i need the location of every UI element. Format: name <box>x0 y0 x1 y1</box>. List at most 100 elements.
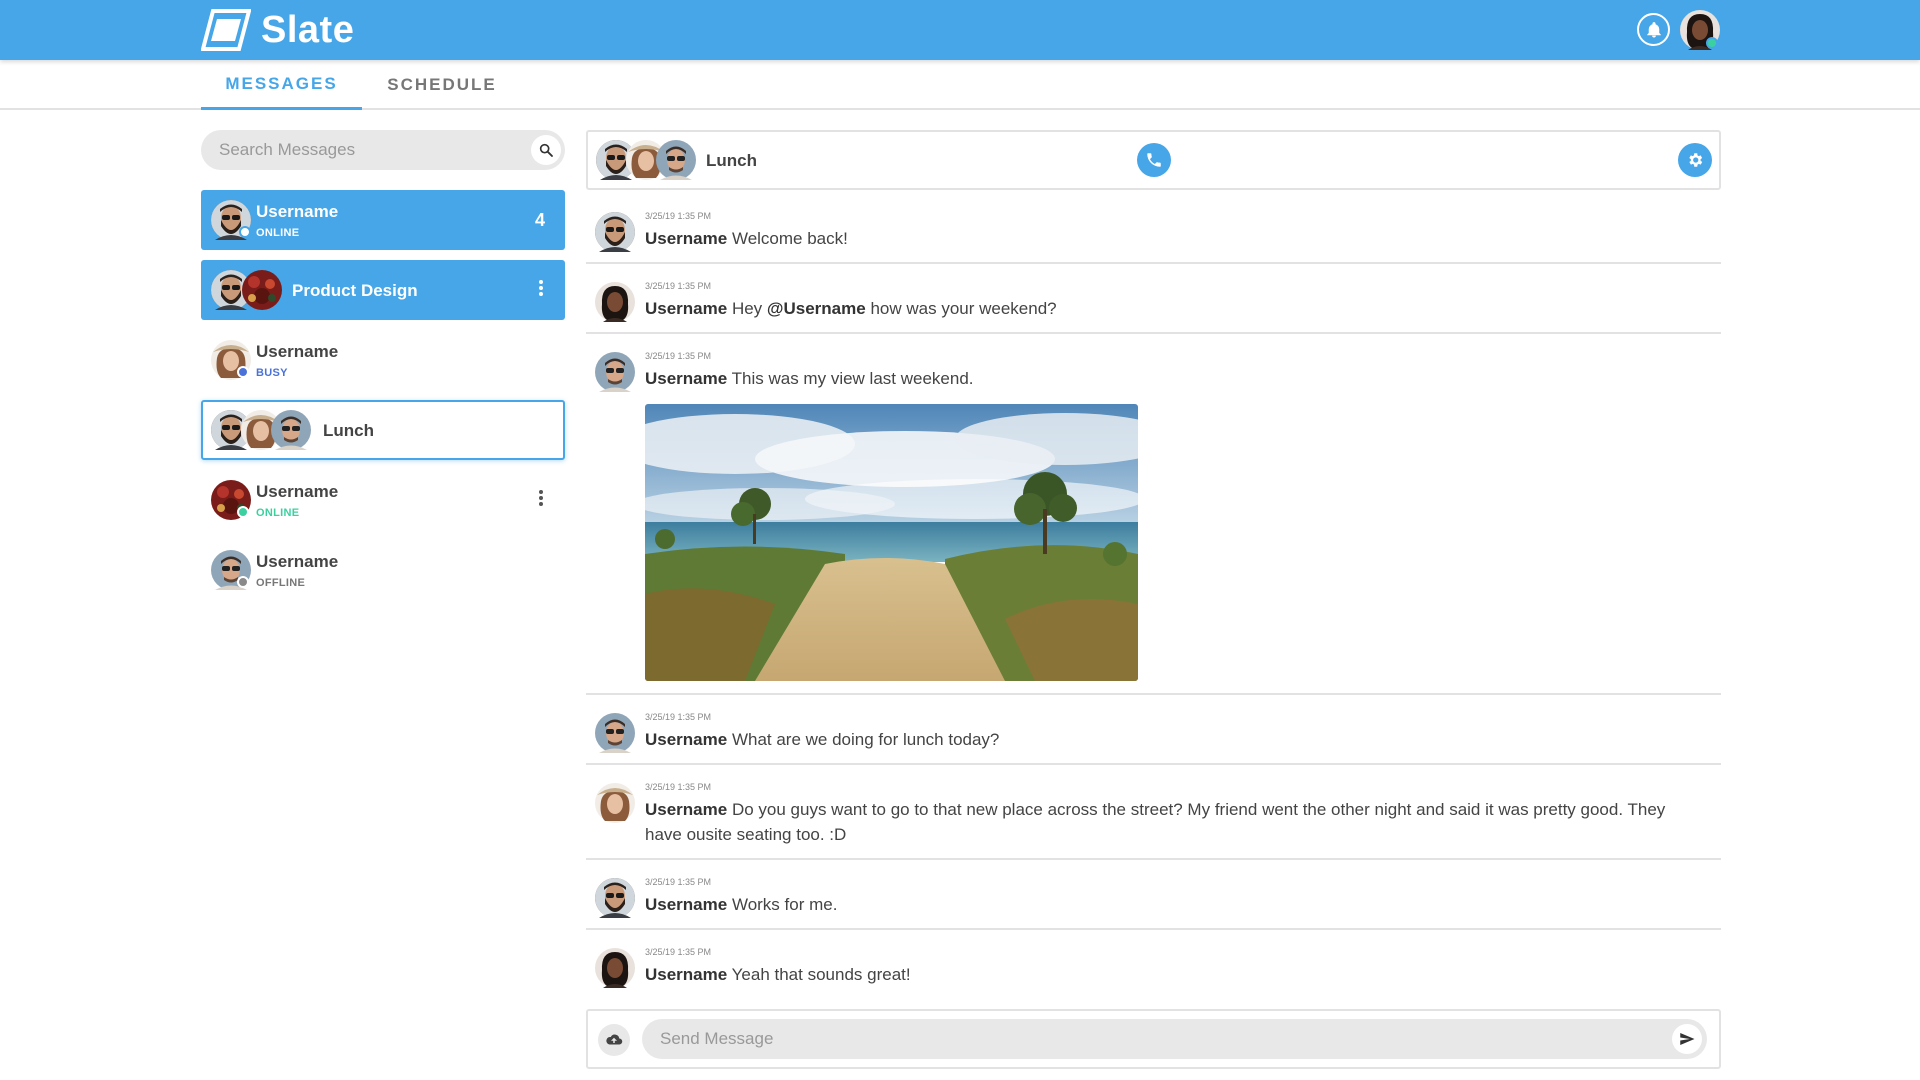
top-bar: Slate <box>0 0 1920 60</box>
status-dot <box>237 366 249 378</box>
bell-icon <box>1646 21 1661 37</box>
message-timestamp: 3/25/19 1:35 PM <box>645 211 712 221</box>
search-icon <box>539 143 553 157</box>
message-text: Username Works for me. <box>645 892 1705 917</box>
conversation-name: Username <box>256 202 339 221</box>
message-input[interactable] <box>642 1019 1652 1059</box>
message-text: Username What are we doing for lunch tod… <box>645 727 1705 752</box>
avatar[interactable] <box>595 878 635 918</box>
avatar[interactable] <box>595 212 635 252</box>
send-button[interactable] <box>1672 1024 1702 1054</box>
message-item: 3/25/19 1:35 PM Username Hey @Username h… <box>586 270 1721 334</box>
phone-icon <box>1147 153 1161 167</box>
upload-button[interactable] <box>598 1024 630 1056</box>
conversation-name: Product Design <box>292 281 418 300</box>
avatar <box>271 410 311 450</box>
message-author[interactable]: Username <box>645 895 727 914</box>
message-text: Username This was my view last weekend. <box>645 366 1705 391</box>
message-timestamp: 3/25/19 1:35 PM <box>645 281 712 291</box>
tab-messages[interactable]: MESSAGES <box>201 60 362 110</box>
message-text: Username Yeah that sounds great! <box>645 962 1705 987</box>
message-author[interactable]: Username <box>645 229 727 248</box>
status-dot <box>237 576 249 588</box>
message-input-wrapper <box>642 1019 1707 1059</box>
message-author[interactable]: Username <box>645 369 727 388</box>
unread-count-badge: 4 <box>534 210 545 230</box>
conversation-item-lunch[interactable]: Lunch <box>201 400 565 460</box>
message-text: Username Do you guys want to go to that … <box>645 797 1705 847</box>
message-body: Welcome back! <box>731 229 848 248</box>
cloud-upload-icon <box>606 1034 623 1045</box>
message-author[interactable]: Username <box>645 965 727 984</box>
notifications-button[interactable] <box>1637 13 1670 46</box>
message-text: Username Welcome back! <box>645 226 1705 251</box>
send-icon <box>1680 1033 1695 1045</box>
shared-photo-beach[interactable] <box>645 404 1138 681</box>
conversation-status: ONLINE <box>256 507 300 519</box>
tab-schedule[interactable]: SCHEDULE <box>372 60 512 110</box>
message-item: 3/25/19 1:35 PM Username Yeah that sound… <box>586 936 1721 1000</box>
message-timestamp: 3/25/19 1:35 PM <box>645 947 712 957</box>
beach-photo-image <box>645 404 1138 681</box>
message-body: how was your weekend? <box>870 299 1057 318</box>
message-body: Yeah that sounds great! <box>731 965 911 984</box>
message-author[interactable]: Username <box>645 299 727 318</box>
message-item: 3/25/19 1:35 PM Username Do you guys wan… <box>586 771 1721 860</box>
avatar[interactable] <box>595 783 635 823</box>
search-button[interactable] <box>531 135 561 165</box>
search-input[interactable] <box>201 130 521 170</box>
chat-settings-button[interactable] <box>1678 143 1712 177</box>
avatar[interactable] <box>595 282 635 322</box>
message-author[interactable]: Username <box>645 800 727 819</box>
conversation-item-product-design[interactable]: Product Design <box>201 260 565 320</box>
avatar[interactable] <box>595 948 635 988</box>
message-text: Username Hey @Username how was your week… <box>645 296 1705 321</box>
conversation-name: Lunch <box>323 421 374 440</box>
conversation-item-username-offline[interactable]: Username OFFLINE <box>201 540 565 600</box>
gear-icon <box>1689 153 1703 167</box>
app-name: Slate <box>261 8 355 51</box>
conversation-name: Username <box>256 552 339 571</box>
chat-header: Lunch <box>586 130 1721 190</box>
message-composer <box>586 1009 1721 1069</box>
message-body: Works for me. <box>731 895 838 914</box>
message-timestamp: 3/25/19 1:35 PM <box>645 351 712 361</box>
message-body: Do you guys want to go to that new place… <box>645 800 1666 844</box>
conversation-status: OFFLINE <box>256 577 306 589</box>
avatar[interactable] <box>595 352 635 392</box>
app-logo[interactable]: Slate <box>201 9 354 51</box>
conversation-name: Username <box>256 482 339 501</box>
search-box <box>201 130 565 170</box>
more-options-icon[interactable] <box>539 490 543 510</box>
avatar <box>1680 10 1720 50</box>
avatar[interactable] <box>595 713 635 753</box>
conversation-name: Username <box>256 342 339 361</box>
mention-link[interactable]: @Username <box>767 299 866 318</box>
avatar <box>242 270 282 310</box>
message-body: What are we doing for lunch today? <box>731 730 1000 749</box>
message-timestamp: 3/25/19 1:35 PM <box>645 712 712 722</box>
tab-bar: MESSAGES SCHEDULE <box>0 60 1920 110</box>
user-avatar[interactable] <box>1679 9 1721 51</box>
message-timestamp: 3/25/19 1:35 PM <box>645 782 712 792</box>
message-item: 3/25/19 1:35 PM Username What are we doi… <box>586 701 1721 765</box>
avatar <box>656 140 696 180</box>
slate-logo-icon <box>201 9 251 51</box>
message-body: This was my view last weekend. <box>731 369 974 388</box>
conversation-status: ONLINE <box>256 227 300 239</box>
conversation-status: BUSY <box>256 367 288 379</box>
chat-title: Lunch <box>706 151 757 170</box>
call-button[interactable] <box>1137 143 1171 177</box>
message-item: 3/25/19 1:35 PM Username Works for me. <box>586 866 1721 930</box>
message-author[interactable]: Username <box>645 730 727 749</box>
app-root: Slate MESSAGES SCHEDULE Search Messages … <box>0 0 1920 1080</box>
conversation-item-username-online[interactable]: Username ONLINE 4 <box>201 190 565 250</box>
message-body: Hey <box>731 299 763 318</box>
message-item: 3/25/19 1:35 PM Username Welcome back! <box>586 200 1721 264</box>
message-timestamp: 3/25/19 1:35 PM <box>645 877 712 887</box>
status-dot <box>237 506 249 518</box>
status-dot <box>239 226 251 238</box>
conversation-item-username-online-2[interactable]: Username ONLINE <box>201 470 565 530</box>
more-options-icon[interactable] <box>539 280 543 300</box>
conversation-item-username-busy[interactable]: Username BUSY <box>201 330 565 390</box>
